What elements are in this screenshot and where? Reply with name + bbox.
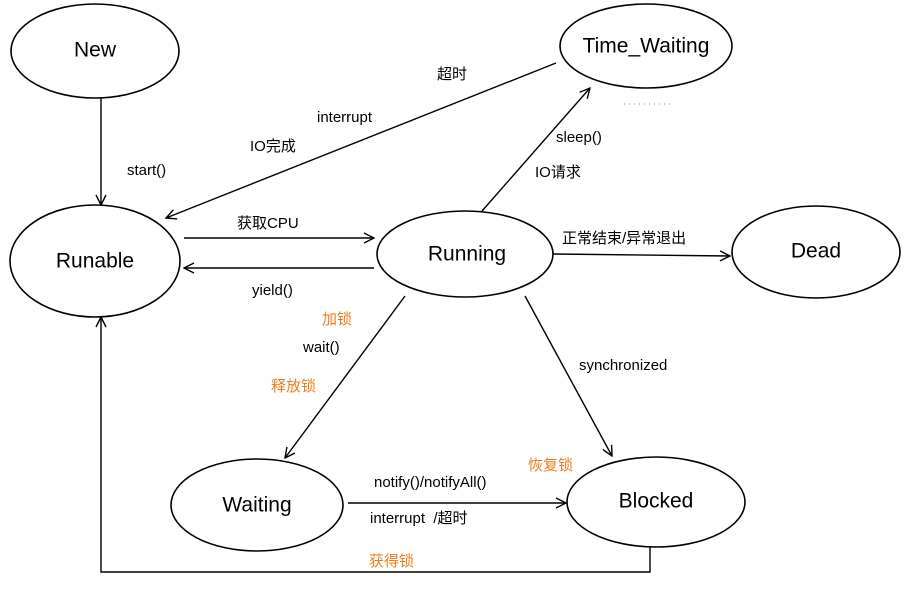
state-waiting: Waiting: [170, 458, 344, 552]
label-timeout: 超时: [437, 66, 467, 83]
label-end-exit: 正常结束/异常退出: [562, 230, 686, 247]
label-io-complete: IO完成: [250, 138, 296, 155]
edge-blocked-to-runable: [101, 317, 651, 573]
state-new-label: New: [74, 39, 117, 62]
label-sleep: sleep(): [556, 129, 602, 146]
label-lock: 加锁: [322, 311, 352, 328]
label-notify: notify()/notifyAll(): [374, 474, 487, 491]
state-dead: Dead: [731, 205, 901, 299]
label-get-cpu: 获取CPU: [237, 215, 299, 232]
label-io-request: IO请求: [535, 164, 581, 181]
edge-running-to-dead: [552, 254, 730, 256]
state-blocked-label: Blocked: [619, 490, 694, 513]
thread-state-diagram: New Time_Waiting Runable Running Dead Wa…: [9, 3, 901, 573]
label-yield: yield(): [252, 282, 293, 299]
label-synchronized: synchronized: [579, 357, 667, 374]
edge-running-to-blocked: [524, 295, 612, 456]
label-interrupt-timeout: interrupt /超时: [370, 510, 468, 527]
label-wait: wait(): [302, 339, 340, 356]
state-runable-label: Runable: [56, 250, 134, 273]
state-waiting-label: Waiting: [222, 494, 291, 517]
state-blocked: Blocked: [566, 456, 746, 548]
edge-time-waiting-to-runable: [166, 62, 557, 218]
state-running: Running: [376, 210, 554, 298]
state-runable: Runable: [9, 204, 181, 318]
state-dead-label: Dead: [791, 240, 841, 263]
state-time-waiting: Time_Waiting: [559, 3, 733, 89]
edge-running-to-time-waiting: [481, 88, 590, 212]
label-start: start(): [127, 162, 166, 179]
label-interrupt: interrupt: [317, 109, 373, 126]
state-running-label: Running: [428, 243, 506, 266]
state-new: New: [10, 3, 180, 99]
state-time-waiting-label: Time_Waiting: [583, 35, 710, 58]
label-acquire-lock: 获得锁: [369, 553, 414, 570]
label-release-lock: 释放锁: [271, 378, 316, 395]
label-resume-lock: 恢复锁: [528, 456, 573, 474]
